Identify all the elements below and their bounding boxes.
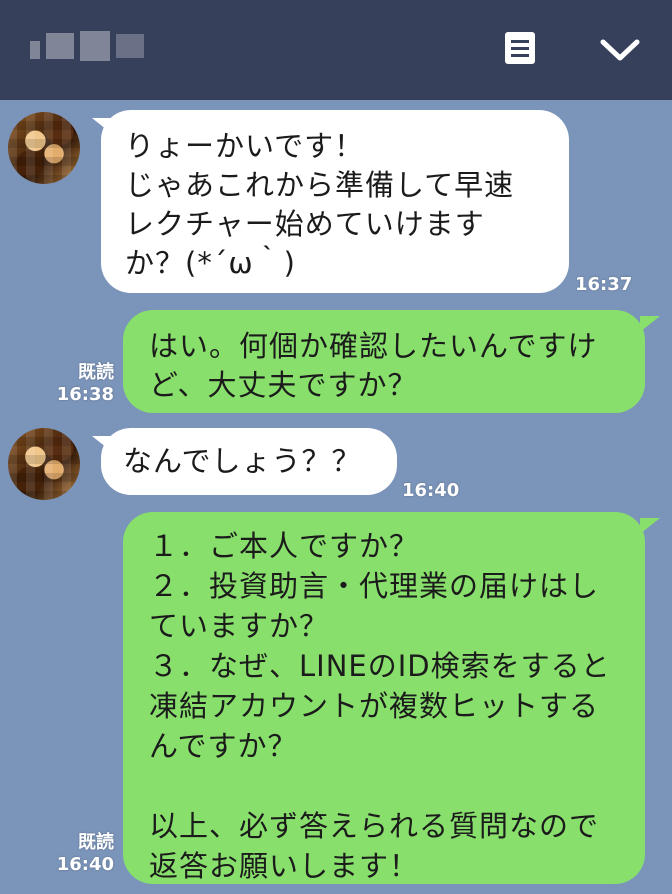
contact-avatar[interactable] [8,428,80,500]
chat-header [0,0,672,100]
message-timestamp: 16:37 [575,274,633,295]
message-timestamp: 16:40 [402,480,460,501]
read-receipt: 既読 16:38 [50,362,114,406]
message-timestamp: 16:38 [56,384,114,405]
bubble-tail [640,518,660,534]
message-bubble-outgoing[interactable]: １．ご本人ですか？ ２．投資助言・代理業の届けはし ていますか？ ３．なぜ、LI… [123,512,645,884]
contact-avatar[interactable] [8,112,80,184]
contact-name-pixelated[interactable] [30,30,144,62]
read-receipt: 既読 16:40 [50,832,114,876]
message-timestamp: 16:40 [56,854,114,875]
read-label: 既読 [78,832,114,853]
menu-list-icon[interactable] [503,30,537,66]
message-bubble-incoming[interactable]: なんでしょう？？ [101,428,397,495]
message-bubble-incoming[interactable]: りょーかいです！ じゃあこれから準備して早速 レクチャー始めていけます か？(*… [101,110,569,293]
message-bubble-outgoing[interactable]: はい。何個か確認したいんですけ ど、大丈夫ですか？ [123,310,645,413]
read-label: 既読 [78,362,114,383]
bubble-tail [640,316,660,332]
chevron-down-icon[interactable] [599,36,641,64]
